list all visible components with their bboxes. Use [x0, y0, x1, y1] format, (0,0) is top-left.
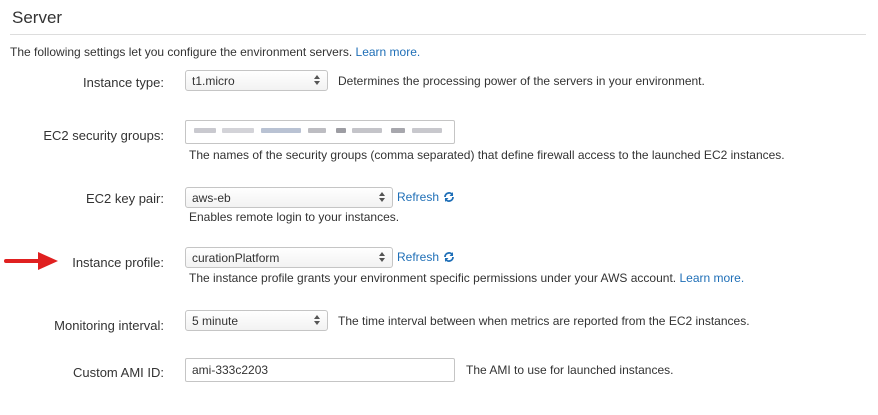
- monitoring-interval-label: Monitoring interval:: [54, 318, 164, 333]
- redacted-text: [261, 128, 301, 133]
- key-pair-label: EC2 key pair:: [85, 191, 164, 206]
- instance-type-label: Instance type:: [83, 75, 164, 90]
- redacted-text: [336, 128, 346, 133]
- section-intro: The following settings let you configure…: [10, 45, 420, 59]
- key-pair-select[interactable]: aws-eb: [185, 187, 393, 208]
- redacted-text: [391, 128, 405, 133]
- refresh-icon: [444, 252, 454, 262]
- monitoring-interval-select[interactable]: 5 minute: [185, 310, 328, 331]
- refresh-label: Refresh: [397, 250, 440, 264]
- up-down-chevron-icon: [314, 315, 320, 325]
- redacted-text: [352, 128, 382, 133]
- instance-profile-help-text: The instance profile grants your environ…: [189, 271, 677, 285]
- redacted-text: [222, 128, 254, 133]
- security-groups-label: EC2 security groups:: [43, 128, 164, 143]
- monitoring-interval-help: The time interval between when metrics a…: [338, 314, 750, 328]
- custom-ami-help: The AMI to use for launched instances.: [466, 363, 674, 377]
- redacted-text: [412, 128, 442, 133]
- redacted-text: [194, 128, 216, 133]
- custom-ami-value: ami-333c2203: [192, 363, 269, 377]
- monitoring-interval-value: 5 minute: [192, 314, 239, 328]
- up-down-chevron-icon: [379, 252, 385, 262]
- instance-type-help: Determines the processing power of the s…: [338, 74, 705, 88]
- key-pair-help: Enables remote login to your instances.: [189, 210, 400, 224]
- security-groups-help: The names of the security groups (comma …: [189, 148, 785, 162]
- instance-profile-refresh-button[interactable]: Refresh: [397, 250, 455, 264]
- custom-ami-label: Custom AMI ID:: [72, 365, 164, 380]
- instance-profile-select[interactable]: curationPlatform: [185, 247, 393, 268]
- up-down-chevron-icon: [314, 75, 320, 85]
- intro-learn-more-link[interactable]: Learn more.: [356, 45, 421, 59]
- instance-profile-learn-more-link[interactable]: Learn more.: [679, 271, 744, 285]
- refresh-icon: [444, 192, 454, 202]
- intro-text: The following settings let you configure…: [10, 45, 353, 59]
- instance-type-select[interactable]: t1.micro: [185, 70, 328, 91]
- section-divider: [10, 34, 866, 35]
- instance-profile-value: curationPlatform: [192, 251, 280, 265]
- key-pair-value: aws-eb: [192, 191, 231, 205]
- instance-profile-help: The instance profile grants your environ…: [189, 271, 744, 285]
- section-title: Server: [12, 8, 63, 27]
- redacted-text: [308, 128, 326, 133]
- security-groups-input[interactable]: [185, 120, 455, 144]
- key-pair-refresh-button[interactable]: Refresh: [397, 190, 455, 204]
- instance-profile-label: Instance profile:: [72, 255, 164, 270]
- instance-type-value: t1.micro: [192, 74, 235, 88]
- refresh-label: Refresh: [397, 190, 440, 204]
- up-down-chevron-icon: [379, 192, 385, 202]
- custom-ami-input[interactable]: ami-333c2203: [185, 358, 455, 382]
